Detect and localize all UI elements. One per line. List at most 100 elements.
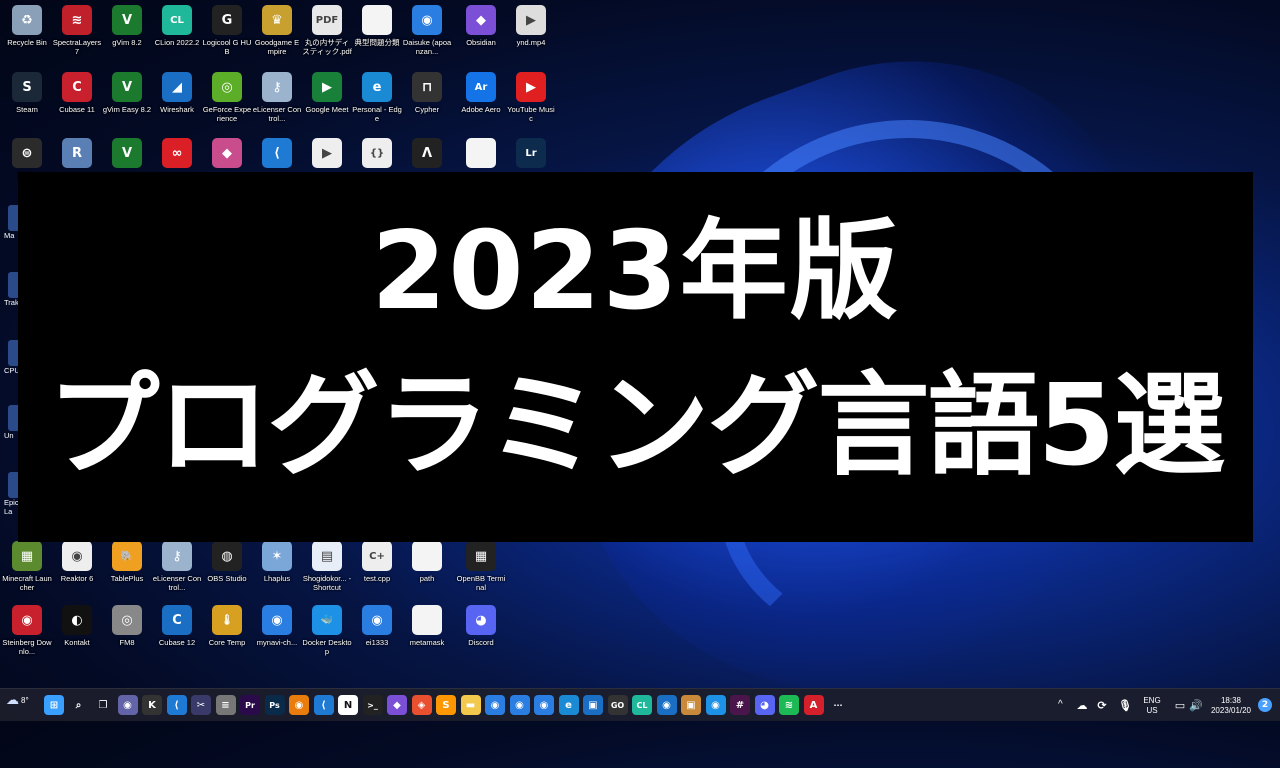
desktop-icon[interactable]: ▦ OpenBB Terminal (456, 541, 506, 592)
chat-icon[interactable]: ◉ (117, 695, 138, 715)
desktop-icon[interactable]: ◉ ei1333 (352, 605, 402, 647)
desktop-icon[interactable] (456, 138, 506, 171)
desktop-icon[interactable]: ◐ Kontakt (52, 605, 102, 647)
premiere-icon[interactable]: Pr (240, 695, 260, 715)
desktop-icon[interactable]: CL CLion 2022.2 (152, 5, 202, 47)
search-icon[interactable]: ⌕ (69, 695, 89, 715)
desktop-icon[interactable]: ◎ GeForce Experience (202, 72, 252, 123)
desktop-icon[interactable]: ◢ Wireshark (152, 72, 202, 114)
desktop-icon[interactable]: V (102, 138, 152, 171)
sync-icon[interactable]: ⟳ (1092, 695, 1112, 715)
docker-icon[interactable]: ◉ (705, 695, 726, 715)
microphone-icon[interactable]: 🎙 (1115, 695, 1135, 715)
volume-icon[interactable]: 🔊 (1186, 695, 1206, 715)
sublime-icon[interactable]: S (436, 695, 456, 715)
storage-icon[interactable]: ≡ (215, 695, 236, 715)
desktop-icon[interactable]: G Logicool G HUB (202, 5, 252, 56)
task-view-icon[interactable]: ❐ (93, 695, 113, 715)
edge-icon[interactable]: e (558, 695, 579, 715)
clion-icon[interactable]: CL (632, 695, 652, 715)
git-icon[interactable]: ◈ (411, 695, 432, 715)
fm8-icon: ◎ (112, 605, 142, 635)
desktop-icon[interactable]: VgVim Easy 8.2 (102, 72, 152, 114)
language-indicator[interactable]: ENG US (1138, 696, 1166, 716)
vscode-icon[interactable]: ⟨ (313, 695, 334, 715)
acrobat-icon[interactable]: A (803, 695, 824, 715)
slack-icon[interactable]: # (730, 695, 750, 715)
photoshop-icon[interactable]: Ps (264, 695, 285, 715)
desktop-icon[interactable]: ⊓ Cypher (402, 72, 452, 114)
desktop-icon[interactable]: ▶ ynd.mp4 (506, 5, 556, 47)
desktop-icon[interactable]: ▦ Minecraft Launcher (2, 541, 52, 592)
desktop-icon[interactable]: VgVim 8.2 (102, 5, 152, 47)
app-icon[interactable]: ◉ (656, 695, 677, 715)
desktop-icon[interactable]: R (52, 138, 102, 171)
desktop-icon[interactable]: C+ test.cpp (352, 541, 402, 583)
desktop-icon[interactable]: ◕ Discord (456, 605, 506, 647)
desktop-icon[interactable]: ♻ Recycle Bin (2, 5, 52, 47)
desktop-icon[interactable]: ◆ (202, 138, 252, 171)
tray-overflow-chevron[interactable]: ^ (1058, 700, 1063, 710)
clock[interactable]: 18:38 2023/01/20 (1206, 696, 1256, 716)
box-icon[interactable]: ▣ (681, 695, 701, 715)
terminal-icon[interactable]: >_ (362, 695, 383, 715)
kakao-icon[interactable]: K (142, 695, 162, 715)
desktop-icon[interactable]: C Cubase 12 (152, 605, 202, 647)
desktop-icon[interactable]: ◆ Obsidian (456, 5, 506, 47)
desktop-icon[interactable]: e Personal - Edge (352, 72, 402, 123)
desktop-icon[interactable]: S Steam (2, 72, 52, 114)
desktop-icon[interactable]: path (402, 541, 452, 583)
obsidian-icon[interactable]: ◆ (387, 695, 407, 715)
youtube-music-icon: ▶ (516, 72, 546, 102)
desktop-icon-label: Steam (16, 105, 38, 114)
vscode-icon[interactable]: ⟨ (166, 695, 187, 715)
desktop-icon[interactable]: metamask (402, 605, 452, 647)
vim-icon: V (112, 138, 142, 168)
desktop-icon[interactable]: 典型問題分類 (352, 5, 402, 47)
onedrive-icon[interactable]: ☁ (1072, 695, 1092, 715)
overflow-icon[interactable]: ··· (828, 695, 848, 715)
discord-icon[interactable]: ◕ (754, 695, 775, 715)
desktop-icon[interactable]: ▶ YouTube Music (506, 72, 556, 123)
desktop-icon[interactable]: PDF 丸の内サディスティック.pdf (302, 5, 352, 56)
spotify-icon[interactable]: ≋ (779, 695, 799, 715)
desktop-icon[interactable]: ⚷ eLicenser Control... (152, 541, 202, 592)
chrome-icon[interactable]: ◉ (485, 695, 505, 715)
snip-icon[interactable]: ✂ (191, 695, 211, 715)
desktop-icon[interactable]: ✶ Lhaplus (252, 541, 302, 583)
desktop-icon[interactable]: ▶ Google Meet (302, 72, 352, 114)
chrome-icon[interactable]: ◉ (509, 695, 530, 715)
blender-icon[interactable]: ◉ (289, 695, 309, 715)
desktop-icon[interactable]: {} (352, 138, 402, 171)
desktop-icon[interactable]: 🐘 TablePlus (102, 541, 152, 583)
start-icon[interactable]: ⊞ (44, 695, 64, 715)
desktop-icon[interactable]: ◉ Daisuke (apoanzan... (402, 5, 452, 56)
desktop-icon[interactable]: 🌡 Core Temp (202, 605, 252, 647)
desktop-icon[interactable]: Ar Adobe Aero (456, 72, 506, 114)
desktop-icon[interactable]: Λ (402, 138, 452, 171)
desktop-icon[interactable]: ◉ mynavi-ch... (252, 605, 302, 647)
folder-icon[interactable]: ▬ (460, 695, 481, 715)
app-icon[interactable]: GO (607, 695, 628, 715)
desktop-icon[interactable]: ◉ Steinberg Downlo... (2, 605, 52, 656)
desktop-icon[interactable]: ⚷ eLicenser Control... (252, 72, 302, 123)
desktop-icon[interactable]: C Cubase 11 (52, 72, 102, 114)
desktop-icon[interactable]: ◎ FM8 (102, 605, 152, 647)
desktop-icon[interactable]: ≋ SpectraLayers 7 (52, 5, 102, 56)
desktop-icon[interactable]: ▤ Shogidokor... - Shortcut (302, 541, 352, 592)
desktop-icon[interactable]: ▶ (302, 138, 352, 171)
notification-badge[interactable]: 2 (1258, 698, 1272, 712)
desktop-icon[interactable]: ♛ Goodgame Empire (252, 5, 302, 56)
desktop-icon-label: path (419, 574, 435, 583)
desktop-icon[interactable]: ∞ (152, 138, 202, 171)
desktop-icon[interactable]: ◍ OBS Studio (202, 541, 252, 583)
weather-widget[interactable]: ☁ 8° (6, 692, 29, 708)
desktop-icon[interactable]: ⟨ (252, 138, 302, 171)
desktop-icon[interactable]: ◉ Reaktor 6 (52, 541, 102, 583)
desktop-icon[interactable]: Lr (506, 138, 556, 171)
chrome-icon[interactable]: ◉ (534, 695, 554, 715)
notion-icon[interactable]: N (338, 695, 358, 715)
app-icon[interactable]: ▣ (583, 695, 603, 715)
desktop-icon[interactable]: 🐳 Docker Desktop (302, 605, 352, 656)
desktop-icon-label: test.cpp (363, 574, 391, 583)
